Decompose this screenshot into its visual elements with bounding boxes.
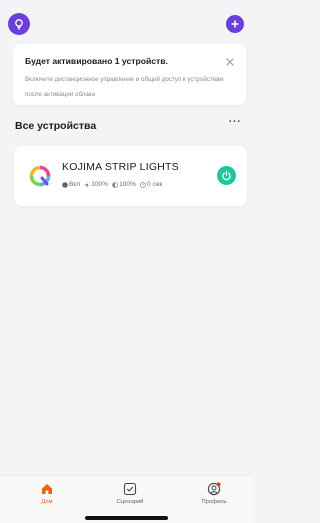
status-power-value: Вкл <box>69 181 81 188</box>
status-brightness: 100% <box>84 181 108 188</box>
close-icon[interactable] <box>225 54 235 66</box>
notification-dot <box>216 482 221 487</box>
tab-scenario-label: Сценарий <box>116 499 144 505</box>
checkbox-icon <box>123 482 137 496</box>
tab-scenario[interactable]: Сценарий <box>100 482 160 505</box>
half-circle-icon <box>112 181 118 188</box>
status-timer-value: 0 сек <box>146 181 163 188</box>
device-card[interactable]: KOJIMA STRIP LIGHTS Вкл 100% 100% 0 сек <box>14 146 247 206</box>
device-status: Вкл 100% 100% 0 сек <box>62 181 162 188</box>
top-bar <box>0 0 253 46</box>
device-name: KOJIMA STRIP LIGHTS <box>62 161 179 173</box>
device-logo-icon <box>29 165 51 187</box>
more-options-button[interactable]: ··· <box>228 117 242 131</box>
sun-icon <box>84 181 91 188</box>
clock-icon <box>140 181 146 188</box>
banner-title: Будет активировано 1 устройств. <box>25 56 168 66</box>
tab-profile-label: Профиль <box>201 499 227 505</box>
user-icon <box>207 482 221 496</box>
plus-circle-icon[interactable] <box>226 15 244 33</box>
section-title: Все устройства <box>15 120 97 132</box>
tab-home[interactable]: Дом <box>17 482 77 505</box>
status-brightness-value: 100% <box>91 181 109 188</box>
status-saturation-value: 100% <box>119 181 136 188</box>
power-dot-icon <box>62 181 68 188</box>
tab-home-label: Дом <box>41 499 53 505</box>
house-icon <box>42 484 52 494</box>
banner-description: Включите дистанционное управление и общи… <box>25 76 224 98</box>
activation-banner: Будет активировано 1 устройств. Включите… <box>13 44 246 105</box>
status-power: Вкл <box>62 181 80 188</box>
tab-profile[interactable]: Профиль <box>184 482 244 505</box>
light-bulb-icon[interactable] <box>8 13 30 35</box>
power-icon[interactable] <box>217 166 236 185</box>
status-saturation: 100% <box>112 181 136 188</box>
status-timer: 0 сек <box>140 181 162 188</box>
home-indicator <box>85 516 168 520</box>
